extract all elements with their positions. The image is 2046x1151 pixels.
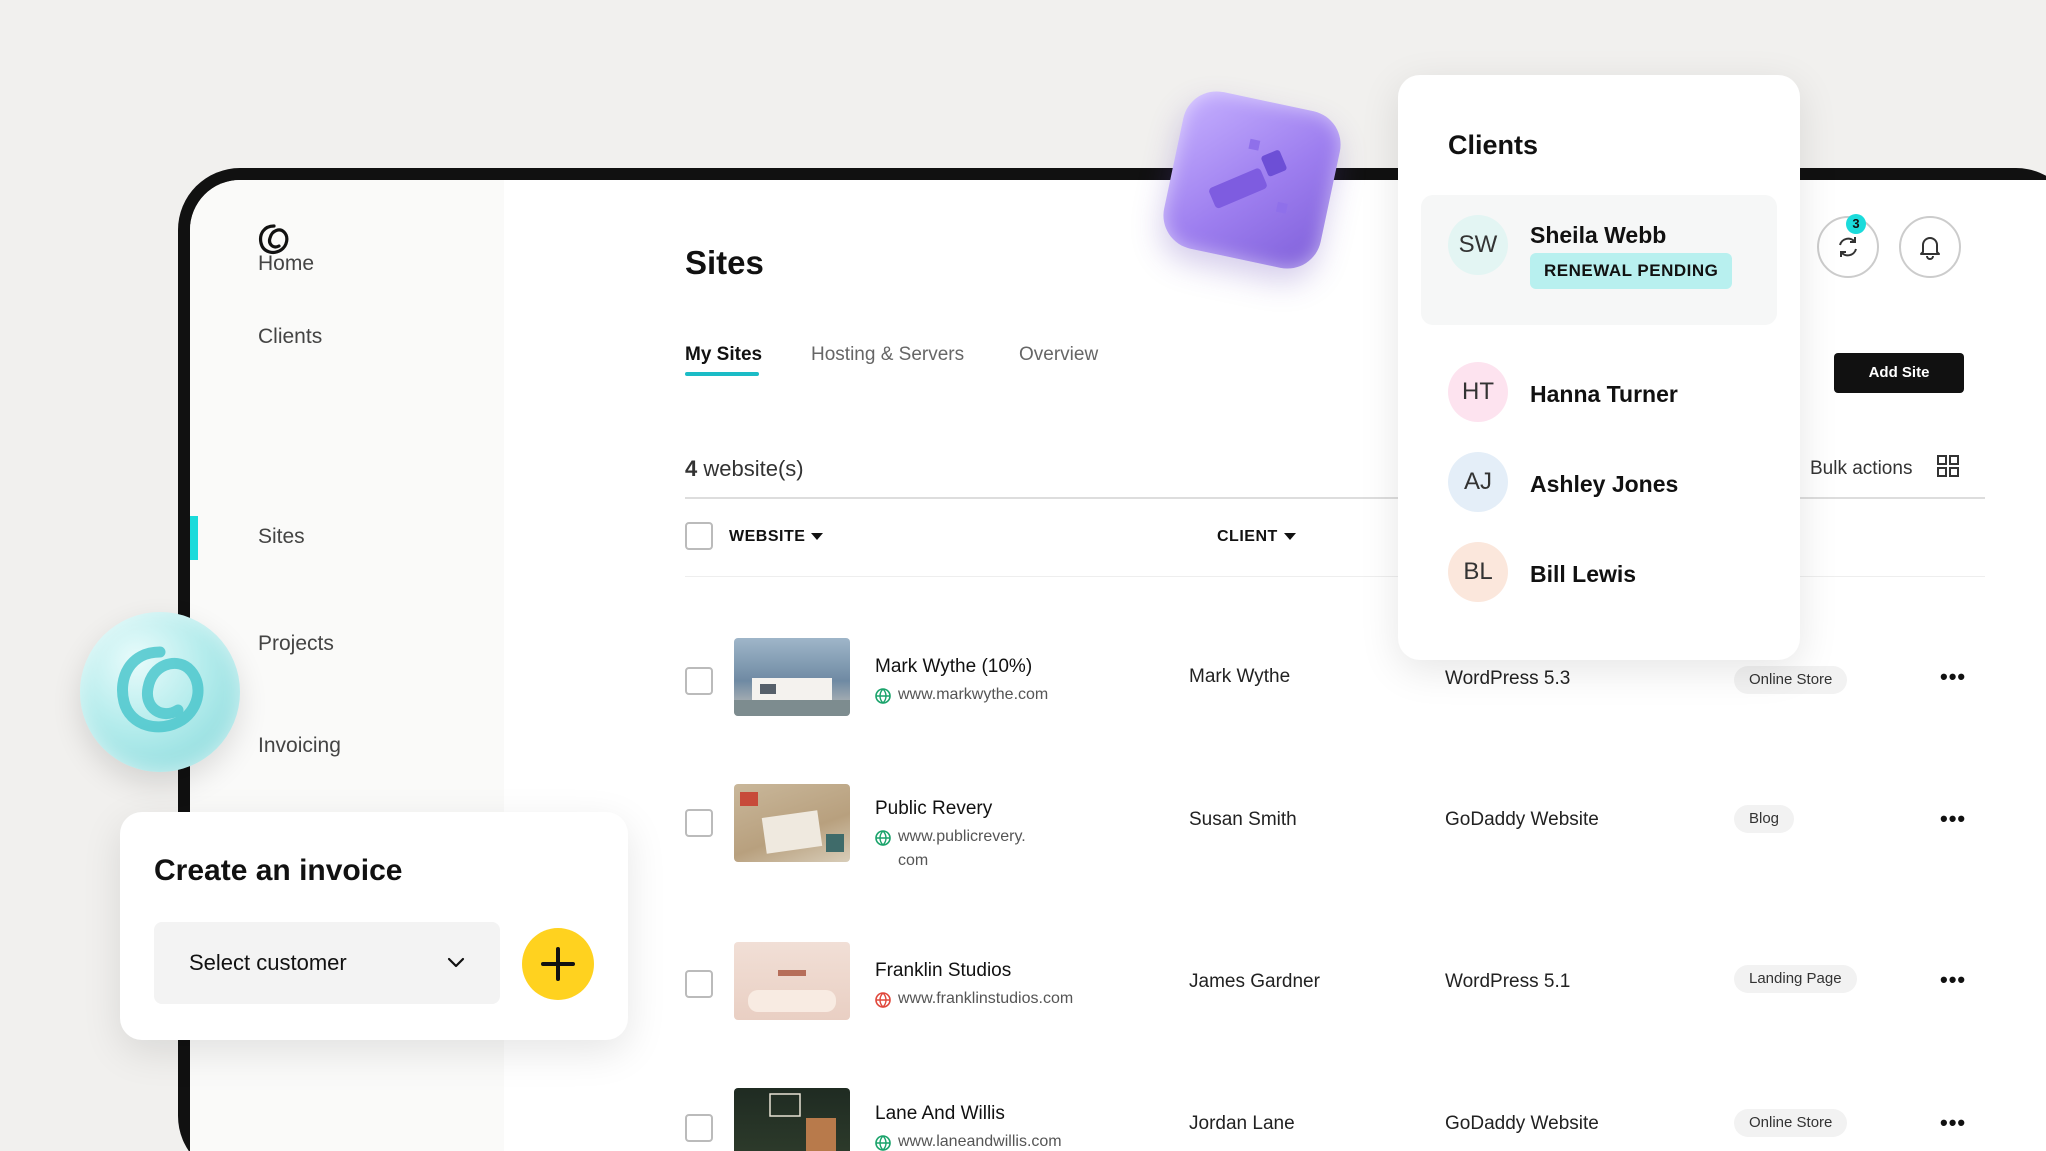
create-invoice-title: Create an invoice <box>154 854 403 887</box>
select-customer-label: Select customer <box>189 950 347 975</box>
clients-popover: Clients SW Sheila Webb RENEWAL PENDING H… <box>1398 75 1800 660</box>
bulk-actions-link[interactable]: Bulk actions <box>1810 458 1912 480</box>
site-url[interactable]: www.franklinstudios.com <box>898 987 1118 1011</box>
site-type-tag: Landing Page <box>1734 965 1857 993</box>
row-checkbox[interactable] <box>685 1114 713 1142</box>
site-url[interactable]: www.markwythe.com <box>898 683 1058 707</box>
sidebar-item-sites[interactable]: Sites <box>258 525 305 549</box>
client-cell: Susan Smith <box>1189 809 1297 830</box>
grid-view-icon[interactable] <box>1936 454 1960 478</box>
column-header-website[interactable]: WEBSITE <box>729 528 824 546</box>
more-options-icon[interactable]: ••• <box>1940 806 1966 832</box>
notification-count-badge: 3 <box>1846 214 1866 234</box>
magic-wand-icon <box>1209 138 1288 214</box>
site-type-tag: Online Store <box>1734 1109 1848 1137</box>
client-cell: James Gardner <box>1189 971 1320 992</box>
tab-my-sites[interactable]: My Sites <box>685 344 762 366</box>
site-type-tag: Online Store <box>1734 666 1848 694</box>
avatar: BL <box>1448 542 1508 602</box>
column-header-website-label: WEBSITE <box>729 528 806 545</box>
client-cell: Jordan Lane <box>1189 1113 1295 1134</box>
tab-active-underline <box>685 372 759 376</box>
renewal-status-badge: RENEWAL PENDING <box>1530 253 1733 289</box>
globe-icon <box>875 688 891 704</box>
client-name: Bill Lewis <box>1530 561 1637 587</box>
site-name[interactable]: Franklin Studios <box>875 960 1011 982</box>
site-thumbnail-image <box>748 970 836 1012</box>
column-header-client-label: CLIENT <box>1217 528 1278 545</box>
site-name[interactable]: Lane And Willis <box>875 1103 1005 1125</box>
create-invoice-card: Create an invoice Select customer <box>120 812 628 1040</box>
platform-cell: GoDaddy Website <box>1445 809 1599 830</box>
platform-cell: WordPress 5.1 <box>1445 971 1571 992</box>
sidebar-item-invoicing[interactable]: Invoicing <box>258 734 341 758</box>
bell-icon <box>1920 237 1940 260</box>
page-title: Sites <box>685 244 764 281</box>
sidebar-item-home[interactable]: Home <box>258 252 314 276</box>
avatar: SW <box>1448 215 1508 275</box>
avatar: AJ <box>1448 452 1508 512</box>
row-checkbox[interactable] <box>685 970 713 998</box>
site-thumbnail-image <box>734 678 850 716</box>
sidebar-item-projects[interactable]: Projects <box>258 632 334 656</box>
row-checkbox[interactable] <box>685 809 713 837</box>
site-thumbnail[interactable] <box>734 942 850 1020</box>
sort-caret-icon <box>1283 533 1296 541</box>
notifications-button[interactable] <box>1899 216 1961 278</box>
magic-wand-tile-decoration <box>1157 85 1347 275</box>
more-options-icon[interactable]: ••• <box>1940 664 1966 690</box>
site-url[interactable]: www.laneandwillis.com <box>898 1130 1118 1151</box>
select-all-checkbox[interactable] <box>685 522 713 550</box>
tab-hosting-servers[interactable]: Hosting & Servers <box>811 344 964 366</box>
glass-logo-decoration <box>80 612 240 772</box>
clients-popover-title: Clients <box>1448 130 1539 160</box>
row-checkbox[interactable] <box>685 667 713 695</box>
godaddy-logo-icon <box>117 646 204 733</box>
select-customer-dropdown[interactable]: Select customer <box>154 922 500 1004</box>
globe-icon <box>875 830 891 846</box>
website-count-label: website(s) <box>697 456 804 481</box>
more-options-icon[interactable]: ••• <box>1940 1110 1966 1136</box>
site-thumbnail-image <box>740 792 844 854</box>
site-type-tag: Blog <box>1734 805 1795 833</box>
globe-icon <box>875 1135 891 1151</box>
main-content: Sites My Sites Hosting & Servers Overvie… <box>504 180 2046 1151</box>
client-name: Sheila Webb <box>1530 222 1667 248</box>
column-header-client[interactable]: CLIENT <box>1217 528 1296 546</box>
client-cell: Mark Wythe <box>1189 666 1291 687</box>
sort-caret-icon <box>811 533 824 541</box>
site-thumbnail[interactable] <box>734 1088 850 1151</box>
platform-cell: WordPress 5.3 <box>1445 668 1571 689</box>
globe-icon <box>875 992 891 1008</box>
sidebar-active-indicator <box>190 516 198 560</box>
site-thumbnail-image <box>769 1093 836 1151</box>
add-site-button[interactable]: Add Site <box>1834 353 1964 393</box>
client-name: Ashley Jones <box>1530 471 1679 497</box>
plus-icon <box>541 947 575 981</box>
tab-overview[interactable]: Overview <box>1019 344 1098 366</box>
sidebar-item-clients[interactable]: Clients <box>258 325 322 349</box>
more-options-icon[interactable]: ••• <box>1940 967 1966 993</box>
client-name: Hanna Turner <box>1530 381 1678 407</box>
site-name[interactable]: Mark Wythe (10%) <box>875 656 1032 678</box>
chevron-down-icon <box>447 957 465 968</box>
platform-cell: GoDaddy Website <box>1445 1113 1599 1134</box>
add-invoice-button[interactable] <box>522 928 594 1000</box>
site-thumbnail[interactable] <box>734 638 850 716</box>
refresh-icon <box>1839 237 1857 257</box>
avatar: HT <box>1448 362 1508 422</box>
site-thumbnail[interactable] <box>734 784 850 862</box>
site-name[interactable]: Public Revery <box>875 798 992 820</box>
website-count-number: 4 <box>685 456 698 481</box>
website-count: 4 website(s) <box>685 456 804 482</box>
site-url[interactable]: www.publicrevery. com <box>898 825 1058 873</box>
